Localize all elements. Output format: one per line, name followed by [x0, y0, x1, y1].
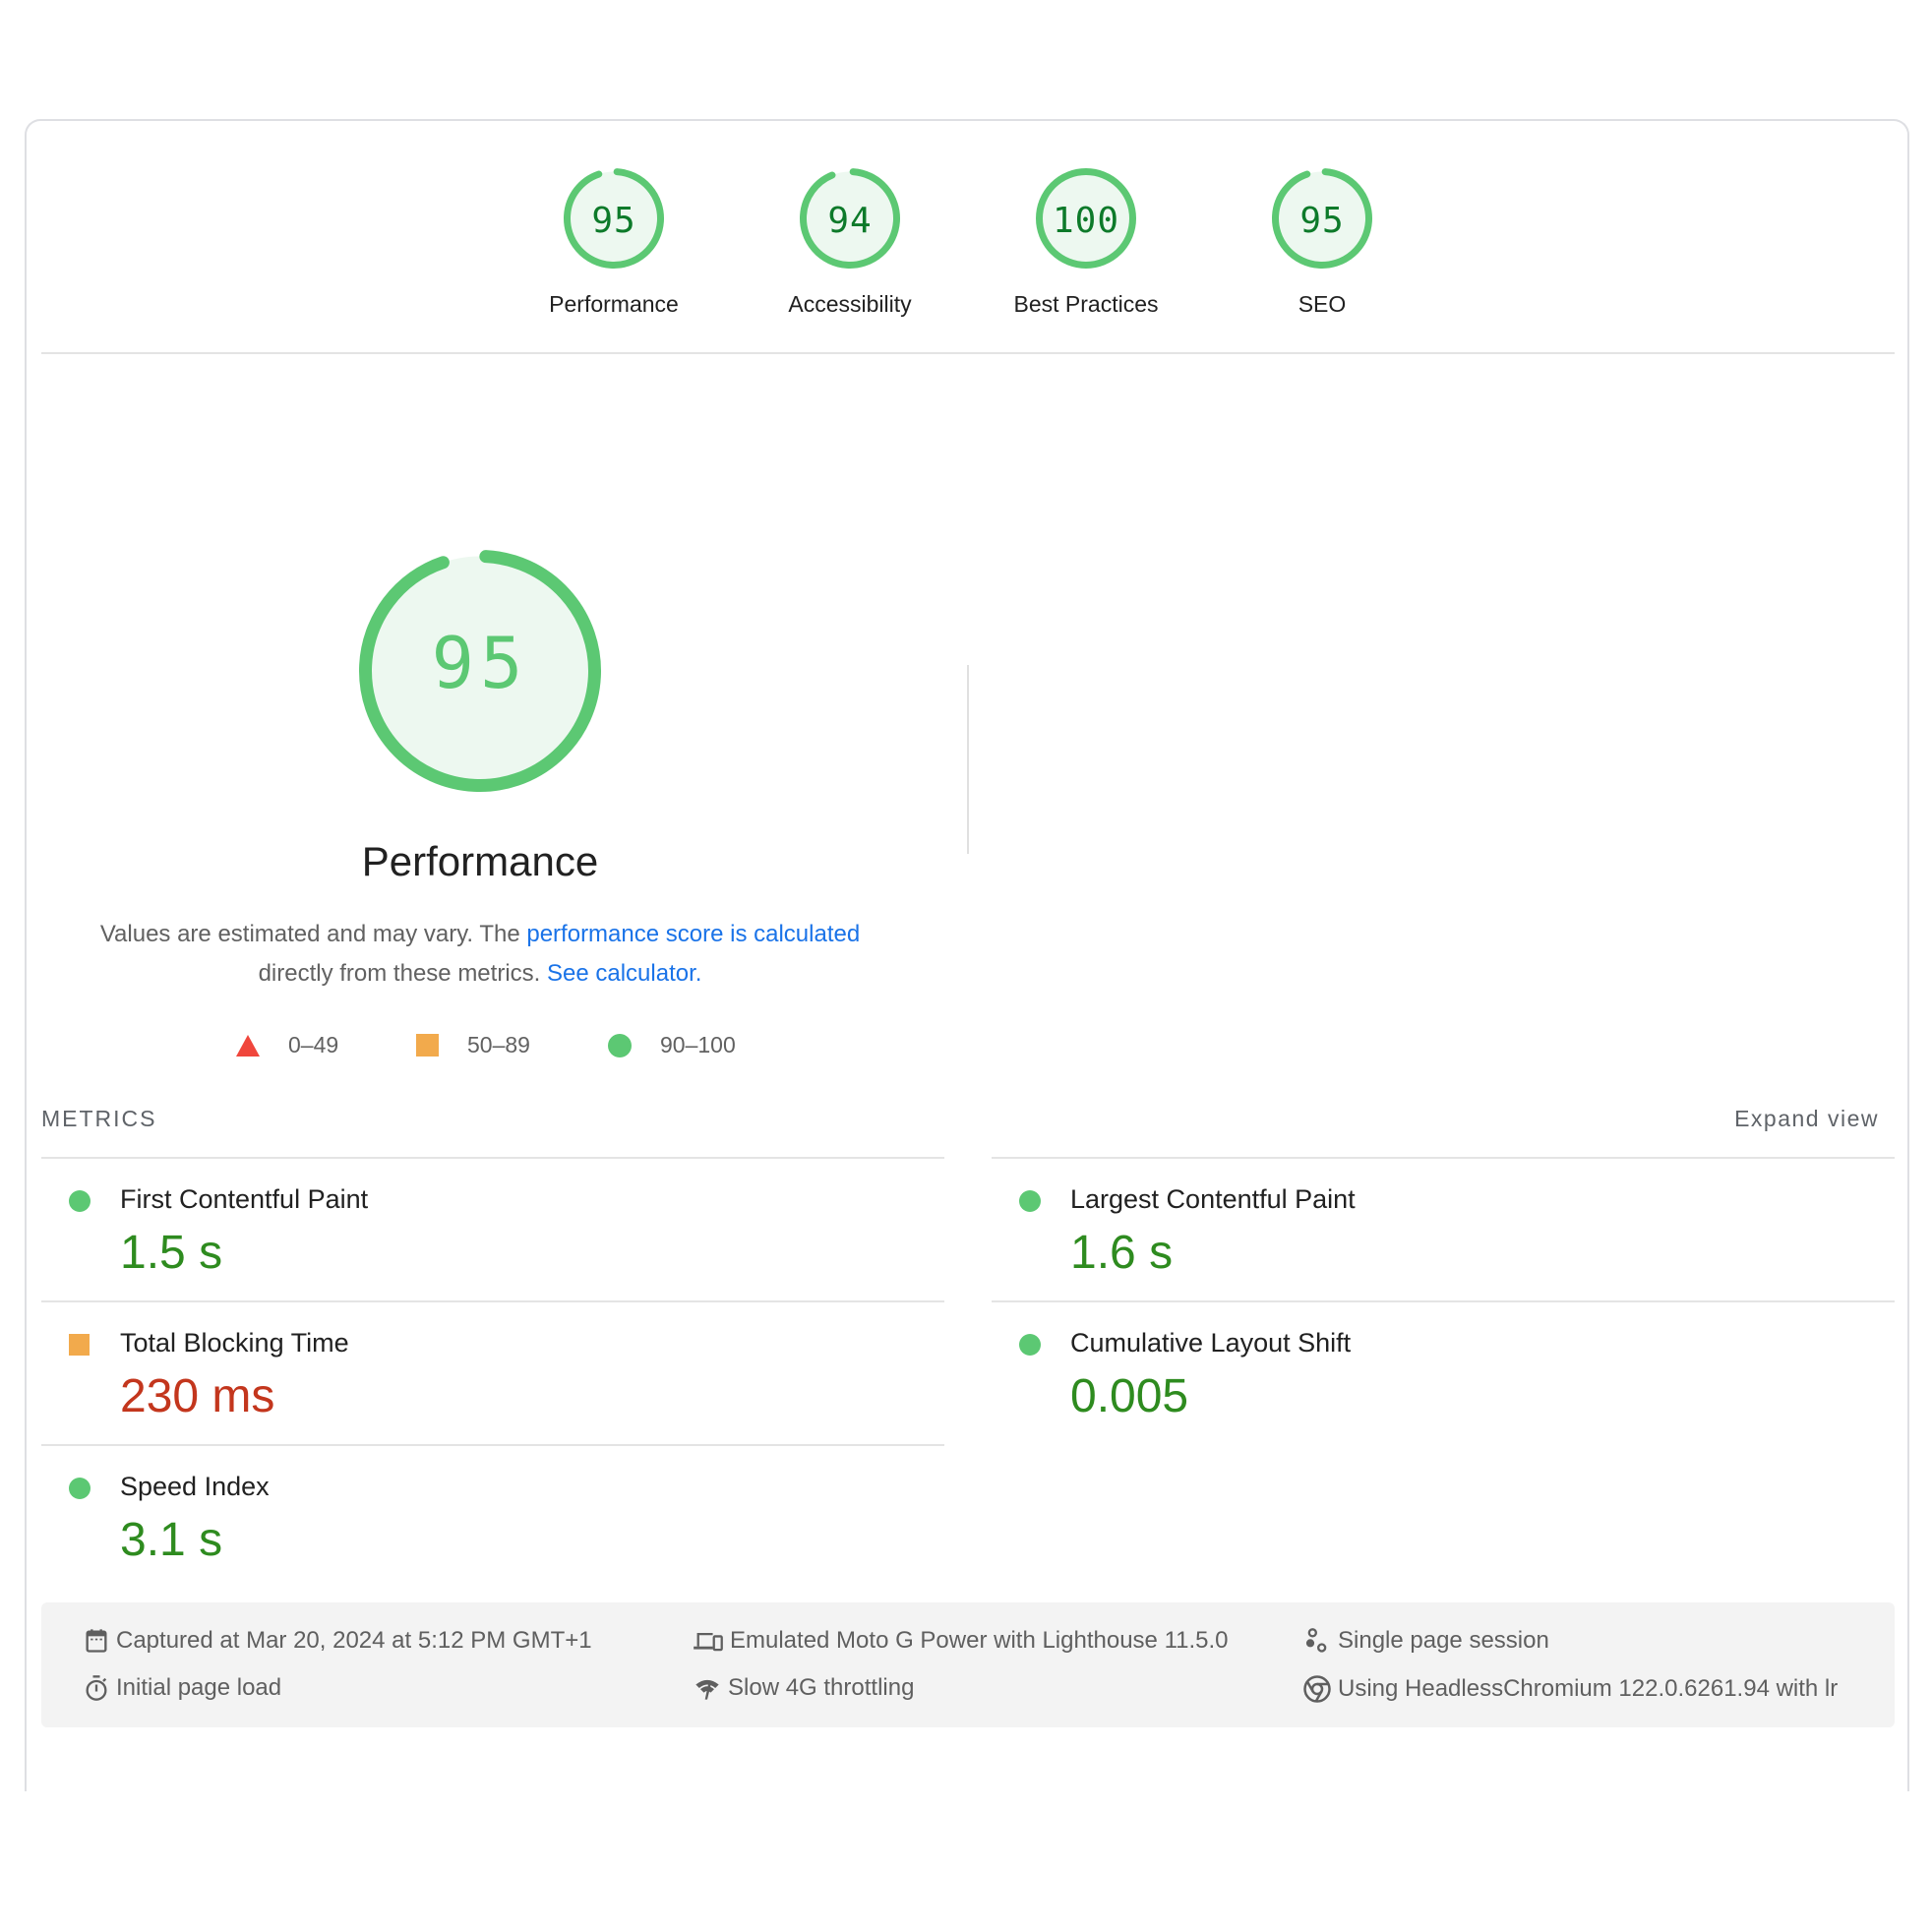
metric-title: Total Blocking Time	[120, 1328, 349, 1358]
info-browser: Using HeadlessChromium 122.0.6261.94 wit…	[1302, 1674, 1838, 1704]
expand-view-button[interactable]: Expand view	[1734, 1106, 1879, 1132]
stopwatch-icon	[86, 1675, 107, 1701]
info-device: Emulated Moto G Power with Lighthouse 11…	[693, 1627, 1229, 1655]
gauge-accessibility[interactable]: 94 Accessibility	[752, 167, 948, 318]
gauge-score: 94	[827, 201, 873, 241]
gauge-score: 95	[1299, 201, 1345, 241]
legend-label: 0–49	[288, 1032, 339, 1057]
circle-icon	[1019, 1190, 1041, 1212]
metric-value: 3.1 s	[120, 1514, 223, 1566]
see-calculator-link[interactable]: See calculator.	[547, 960, 701, 987]
gauge-label: Accessibility	[788, 291, 912, 317]
metrics-heading: METRICS	[41, 1106, 157, 1131]
gauge-label: SEO	[1298, 291, 1347, 317]
chrome-icon	[1303, 1675, 1331, 1703]
header-divider	[41, 352, 1895, 354]
info-text: Captured at Mar 20, 2024 at 5:12 PM GMT+…	[116, 1627, 592, 1654]
triangle-icon	[236, 1034, 260, 1057]
performance-score: 95	[431, 622, 529, 704]
info-text: Using HeadlessChromium 122.0.6261.94 wit…	[1338, 1675, 1839, 1702]
square-icon	[416, 1034, 439, 1057]
circle-icon	[1019, 1334, 1041, 1356]
info-text: Slow 4G throttling	[728, 1674, 915, 1701]
metric-title: Cumulative Layout Shift	[1070, 1328, 1352, 1358]
score-calculated-link[interactable]: performance score is calculated	[526, 921, 860, 947]
metric-speed-index: Speed Index 3.1 s	[41, 1446, 944, 1590]
runtime-settings: Captured at Mar 20, 2024 at 5:12 PM GMT+…	[41, 1602, 1895, 1727]
info-throttling: Slow 4G throttling	[693, 1674, 914, 1702]
gauge-score: 100	[1052, 201, 1120, 241]
info-session: Single page session	[1302, 1627, 1549, 1655]
info-text: Initial page load	[116, 1674, 282, 1701]
metric-value: 1.6 s	[1070, 1227, 1174, 1279]
devices-icon	[694, 1633, 723, 1652]
performance-description: Values are estimated and may vary. The p…	[67, 915, 893, 994]
metric-title: Speed Index	[120, 1472, 270, 1501]
square-icon	[69, 1334, 90, 1356]
gauge-seo[interactable]: 95 SEO	[1224, 167, 1420, 318]
metric-value: 0.005	[1070, 1370, 1189, 1422]
metric-title: First Contentful Paint	[120, 1184, 369, 1214]
legend-label: 90–100	[660, 1032, 736, 1057]
desc-text: Values are estimated and may vary. The	[99, 921, 527, 947]
metric-title: Largest Contentful Paint	[1070, 1184, 1356, 1214]
legend-good: 90–100	[608, 1032, 736, 1058]
gauge-label: Performance	[549, 291, 679, 317]
signal-icon	[695, 1679, 719, 1700]
info-text: Single page session	[1338, 1627, 1549, 1654]
circle-icon	[69, 1478, 91, 1499]
circle-icon	[608, 1033, 632, 1057]
info-text: Emulated Moto G Power with Lighthouse 11…	[730, 1627, 1229, 1654]
gauge-label: Best Practices	[1013, 291, 1159, 317]
metric-largest-contentful-paint: Largest Contentful Paint 1.6 s	[992, 1159, 1895, 1302]
session-icon	[1305, 1628, 1327, 1653]
performance-title: Performance	[361, 838, 599, 884]
calendar-icon	[86, 1629, 107, 1653]
info-initial-load: Initial page load	[83, 1674, 281, 1702]
metric-first-contentful-paint: First Contentful Paint 1.5 s	[41, 1159, 944, 1302]
legend-label: 50–89	[467, 1032, 530, 1057]
info-captured: Captured at Mar 20, 2024 at 5:12 PM GMT+…	[83, 1627, 592, 1655]
vertical-divider	[967, 665, 969, 854]
metric-value: 230 ms	[120, 1370, 275, 1422]
metric-total-blocking-time: Total Blocking Time 230 ms	[41, 1302, 944, 1446]
legend-average: 50–89	[416, 1032, 530, 1058]
metric-cumulative-layout-shift: Cumulative Layout Shift 0.005	[992, 1302, 1895, 1446]
gauge-best-practices[interactable]: 100 Best Practices	[988, 167, 1184, 318]
circle-icon	[69, 1190, 91, 1212]
metric-value: 1.5 s	[120, 1227, 223, 1279]
gauge-score: 95	[591, 201, 636, 241]
desc-text: directly from these metrics.	[258, 960, 547, 987]
gauge-performance[interactable]: 95 Performance	[515, 167, 712, 318]
legend-poor: 0–49	[236, 1032, 338, 1058]
